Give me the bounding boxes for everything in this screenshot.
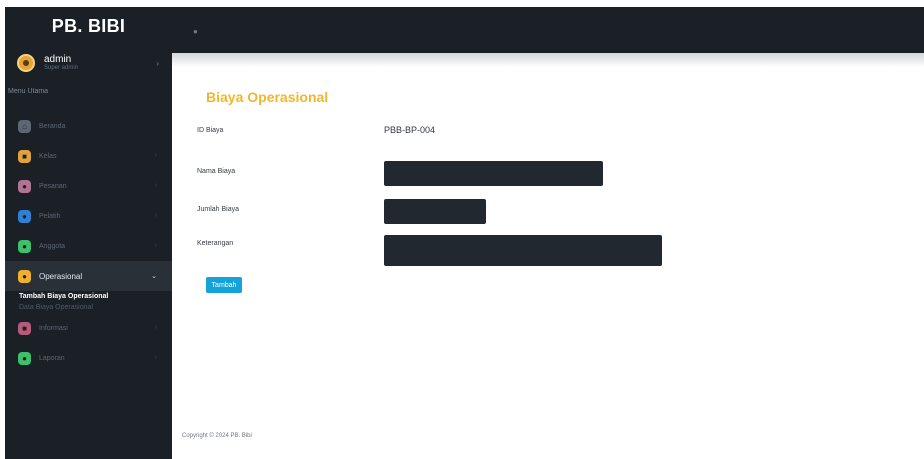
nama-biaya-label: Nama Biaya <box>197 168 236 175</box>
coach-icon: ● <box>18 209 31 223</box>
sidebar-item-anggota[interactable]: ● Anggota › <box>5 231 172 261</box>
menu-toggle-icon[interactable]: ● <box>193 27 198 36</box>
sidebar-item-operasional[interactable]: ● Operasional ⌄ <box>5 261 172 291</box>
app-frame: PB. BIBI admin Super admin › Menu Utama … <box>5 7 924 459</box>
info-icon: ■ <box>18 321 31 335</box>
report-icon: ● <box>18 351 31 365</box>
keterangan-input[interactable] <box>384 235 662 266</box>
order-icon: ● <box>18 179 31 193</box>
chevron-right-icon: › <box>154 242 157 249</box>
chevron-right-icon[interactable]: › <box>156 59 159 68</box>
sidebar-item-beranda[interactable]: ⌂ Beranda <box>5 111 172 141</box>
home-icon: ⌂ <box>18 119 31 133</box>
keterangan-label: Keterangan <box>197 240 234 247</box>
user-role: Super admin <box>44 65 79 72</box>
sidebar-item-laporan[interactable]: ● Laporan › <box>5 343 172 373</box>
id-biaya-value: PBB-BP-004 <box>384 125 436 135</box>
page-title: Biaya Operasional <box>206 89 329 105</box>
sidebar-item-pelatih[interactable]: ● Pelatih › <box>5 201 172 231</box>
jumlah-biaya-label: Jumlah Biaya <box>197 206 240 213</box>
sidebar-item-pesanan[interactable]: ● Pesanan › <box>5 171 172 201</box>
footer-copyright: Copyright © 2024 PB. Bibi <box>182 433 252 439</box>
user-name: admin <box>44 54 72 66</box>
menu-section-title: Menu Utama <box>8 88 49 95</box>
operasional-submenu: Tambah Biaya Operasional Data Biaya Oper… <box>5 291 172 313</box>
user-profile[interactable]: admin Super admin › <box>5 45 172 81</box>
chevron-right-icon: › <box>154 324 157 331</box>
id-biaya-label: ID Biaya <box>197 127 224 134</box>
sidebar: PB. BIBI admin Super admin › Menu Utama … <box>5 7 172 459</box>
sidebar-item-kelas[interactable]: ■ Kelas › <box>5 141 172 171</box>
top-navbar: ● <box>172 7 924 53</box>
sidebar-item-informasi[interactable]: ■ Informasi › <box>5 313 172 343</box>
chevron-right-icon: › <box>154 212 157 219</box>
sidebar-subitem-data-biaya[interactable]: Data Biaya Operasional <box>19 302 172 313</box>
chevron-right-icon: › <box>154 152 157 159</box>
sidebar-subitem-tambah-biaya[interactable]: Tambah Biaya Operasional <box>19 291 172 302</box>
nama-biaya-input[interactable] <box>384 161 603 186</box>
tambah-button[interactable]: Tambah <box>206 277 242 293</box>
brand-logo[interactable]: PB. BIBI <box>5 7 172 45</box>
member-icon: ● <box>18 239 31 253</box>
operational-icon: ● <box>18 269 31 283</box>
sidebar-nav: ⌂ Beranda ■ Kelas › ● Pesanan › ● Pelati… <box>5 111 172 373</box>
chevron-down-icon: ⌄ <box>151 273 157 280</box>
jumlah-biaya-input[interactable] <box>384 199 486 224</box>
class-icon: ■ <box>18 149 31 163</box>
chevron-right-icon: › <box>154 354 157 361</box>
header-shadow <box>172 53 924 67</box>
chevron-right-icon: › <box>154 182 157 189</box>
avatar <box>17 54 35 72</box>
